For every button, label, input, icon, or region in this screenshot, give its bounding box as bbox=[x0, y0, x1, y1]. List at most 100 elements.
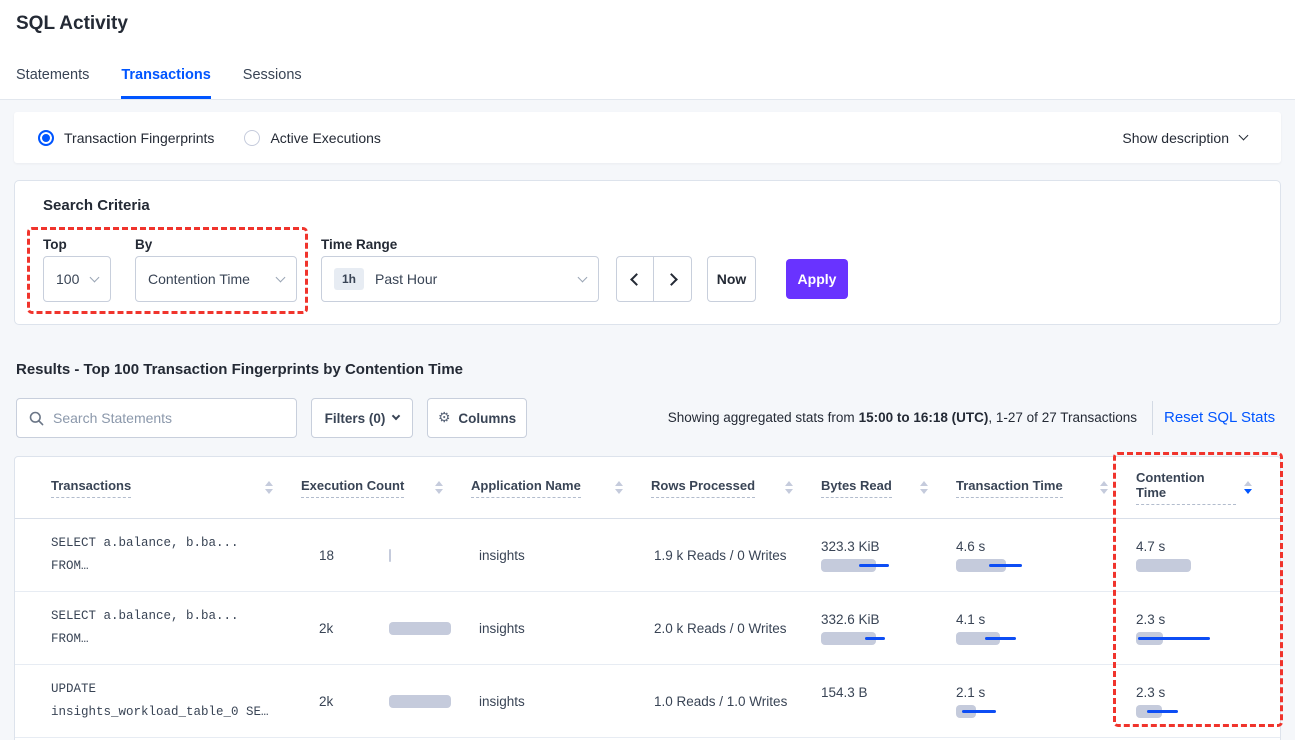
tab-transactions[interactable]: Transactions bbox=[121, 67, 210, 99]
contention-time-cell: 2.3 s bbox=[1136, 592, 1280, 664]
search-icon bbox=[29, 411, 44, 426]
time-range-select[interactable]: 1h Past Hour bbox=[321, 256, 599, 302]
bar-chart bbox=[1136, 705, 1231, 718]
column-header-label: Transactions bbox=[51, 478, 131, 498]
column-header-label: Rows Processed bbox=[651, 478, 755, 498]
top-select[interactable]: 100 bbox=[43, 256, 111, 302]
by-select-value: Contention Time bbox=[148, 271, 277, 287]
bar-chart bbox=[1136, 559, 1231, 572]
time-range-badge: 1h bbox=[334, 268, 364, 290]
table-row[interactable]: SELECT a.balance, b.ba...FROM…2kinsights… bbox=[15, 592, 1280, 665]
application-name-cell: insights bbox=[471, 519, 651, 591]
sql-line-1: SELECT a.balance, b.ba... bbox=[51, 605, 289, 628]
bytes-read-cell-value: 323.3 KiB bbox=[821, 539, 956, 554]
search-statements-input[interactable] bbox=[53, 410, 296, 426]
radio-label: Transaction Fingerprints bbox=[64, 130, 214, 146]
bar-chart bbox=[1136, 632, 1231, 645]
transaction-time-cell: 4.6 s bbox=[956, 519, 1136, 591]
table-body: SELECT a.balance, b.ba...FROM…18insights… bbox=[15, 519, 1280, 738]
transaction-time-cell-value: 2.1 s bbox=[956, 685, 1136, 700]
view-toggle-card: Transaction Fingerprints Active Executio… bbox=[14, 112, 1281, 163]
sort-icon[interactable] bbox=[785, 481, 793, 494]
bytes-read-cell-value: 332.6 KiB bbox=[821, 612, 956, 627]
column-header-execution-count[interactable]: Execution Count bbox=[301, 478, 471, 498]
sort-icon[interactable] bbox=[615, 481, 623, 494]
execution-count-value: 18 bbox=[319, 548, 389, 563]
sql-line-1: SELECT a.balance, b.ba... bbox=[51, 532, 289, 555]
sort-icon[interactable] bbox=[435, 481, 443, 494]
table-row[interactable]: UPDATEinsights_workload_table_0 SE… 2k ins… bbox=[15, 665, 1280, 738]
transaction-fingerprint-link[interactable]: SELECT a.balance, b.ba...FROM… bbox=[51, 519, 301, 591]
search-criteria-heading: Search Criteria bbox=[43, 197, 150, 214]
sort-icon[interactable] bbox=[1244, 481, 1252, 494]
radio-selected-icon[interactable] bbox=[38, 130, 54, 146]
sort-icon[interactable] bbox=[265, 481, 273, 494]
bytes-read-cell: 154.3 B bbox=[821, 665, 956, 737]
transaction-time-cell: 2.1 s bbox=[956, 665, 1136, 737]
now-button[interactable]: Now bbox=[707, 256, 756, 302]
transaction-fingerprint-link[interactable]: UPDATEinsights_workload_table_0 SE… bbox=[51, 665, 301, 737]
top-select-value: 100 bbox=[56, 271, 91, 287]
columns-label: Columns bbox=[458, 411, 516, 426]
search-statements-box[interactable] bbox=[16, 398, 297, 438]
sql-line-2: insights_workload_table_0 SE… bbox=[51, 701, 289, 724]
bar-chart bbox=[821, 632, 916, 645]
tab-bar: Statements Transactions Sessions bbox=[16, 67, 302, 99]
apply-button[interactable]: Apply bbox=[786, 259, 848, 299]
filters-button[interactable]: Filters (0) bbox=[311, 398, 413, 438]
time-pager bbox=[616, 256, 692, 302]
bytes-read-cell: 323.3 KiB bbox=[821, 519, 956, 591]
table-row[interactable]: SELECT a.balance, b.ba...FROM… 18 insights… bbox=[15, 519, 1280, 592]
chevron-down-icon bbox=[392, 412, 400, 420]
reset-sql-stats-link[interactable]: Reset SQL Stats bbox=[1164, 398, 1275, 438]
sort-icon[interactable] bbox=[1100, 481, 1108, 494]
column-header-transactions[interactable]: Transactions bbox=[51, 478, 301, 498]
previous-time-button[interactable] bbox=[616, 256, 654, 302]
tab-sessions[interactable]: Sessions bbox=[243, 67, 302, 99]
application-name-cell: insights bbox=[471, 665, 651, 737]
execution-count-cell: 18 bbox=[301, 519, 471, 591]
column-header-contention-time[interactable]: Contention Time bbox=[1136, 470, 1280, 505]
by-select[interactable]: Contention Time bbox=[135, 256, 297, 302]
sql-line-1: UPDATE bbox=[51, 678, 289, 701]
search-criteria-card: Search Criteria Top 100 By Contention Ti… bbox=[14, 180, 1281, 325]
column-header-application-name[interactable]: Application Name bbox=[471, 478, 651, 498]
column-header-label: Application Name bbox=[471, 478, 581, 498]
time-range-label: Time Range bbox=[321, 237, 397, 252]
column-header-rows-processed[interactable]: Rows Processed bbox=[651, 478, 821, 498]
page-header: SQL Activity Statements Transactions Ses… bbox=[0, 0, 1295, 100]
bar-chart bbox=[389, 695, 453, 708]
tab-statements[interactable]: Statements bbox=[16, 67, 89, 99]
transaction-fingerprint-link[interactable]: SELECT a.balance, b.ba...FROM… bbox=[51, 592, 301, 664]
radio-transaction-fingerprints[interactable]: Transaction Fingerprints bbox=[38, 130, 214, 146]
show-description-toggle[interactable]: Show description bbox=[1122, 130, 1247, 146]
contention-time-cell-value: 2.3 s bbox=[1136, 685, 1280, 700]
radio-label: Active Executions bbox=[270, 130, 381, 146]
sort-icon[interactable] bbox=[920, 481, 928, 494]
rows-processed-cell: 1.0 Reads / 1.0 Writes bbox=[651, 665, 821, 737]
radio-active-executions[interactable]: Active Executions bbox=[244, 130, 381, 146]
columns-button[interactable]: ⚙ Columns bbox=[427, 398, 527, 438]
column-header-transaction-time[interactable]: Transaction Time bbox=[956, 478, 1136, 498]
chevron-down-icon bbox=[276, 272, 286, 282]
sql-line-2: FROM… bbox=[51, 555, 289, 578]
results-heading: Results - Top 100 Transaction Fingerprin… bbox=[16, 361, 463, 378]
bar-chart bbox=[956, 559, 1051, 572]
gear-icon: ⚙ bbox=[438, 410, 451, 426]
execution-count-value: 2k bbox=[319, 694, 389, 709]
column-header-label: Transaction Time bbox=[956, 478, 1063, 498]
bar-chart bbox=[956, 632, 1051, 645]
column-header-label: Execution Count bbox=[301, 478, 404, 498]
by-label: By bbox=[135, 237, 152, 252]
column-header-bytes-read[interactable]: Bytes Read bbox=[821, 478, 956, 498]
next-time-button[interactable] bbox=[654, 256, 692, 302]
bar-chart bbox=[389, 549, 453, 562]
radio-unselected-icon[interactable] bbox=[244, 130, 260, 146]
time-range-value: Past Hour bbox=[375, 271, 579, 287]
chevron-left-icon bbox=[630, 273, 643, 286]
rows-processed-cell: 2.0 k Reads / 0 Writes bbox=[651, 592, 821, 664]
column-header-label: Bytes Read bbox=[821, 478, 892, 498]
transaction-time-cell: 4.1 s bbox=[956, 592, 1136, 664]
aggregated-stats-text: Showing aggregated stats from15:00 to 16… bbox=[668, 398, 1137, 438]
filters-label: Filters (0) bbox=[325, 411, 386, 426]
